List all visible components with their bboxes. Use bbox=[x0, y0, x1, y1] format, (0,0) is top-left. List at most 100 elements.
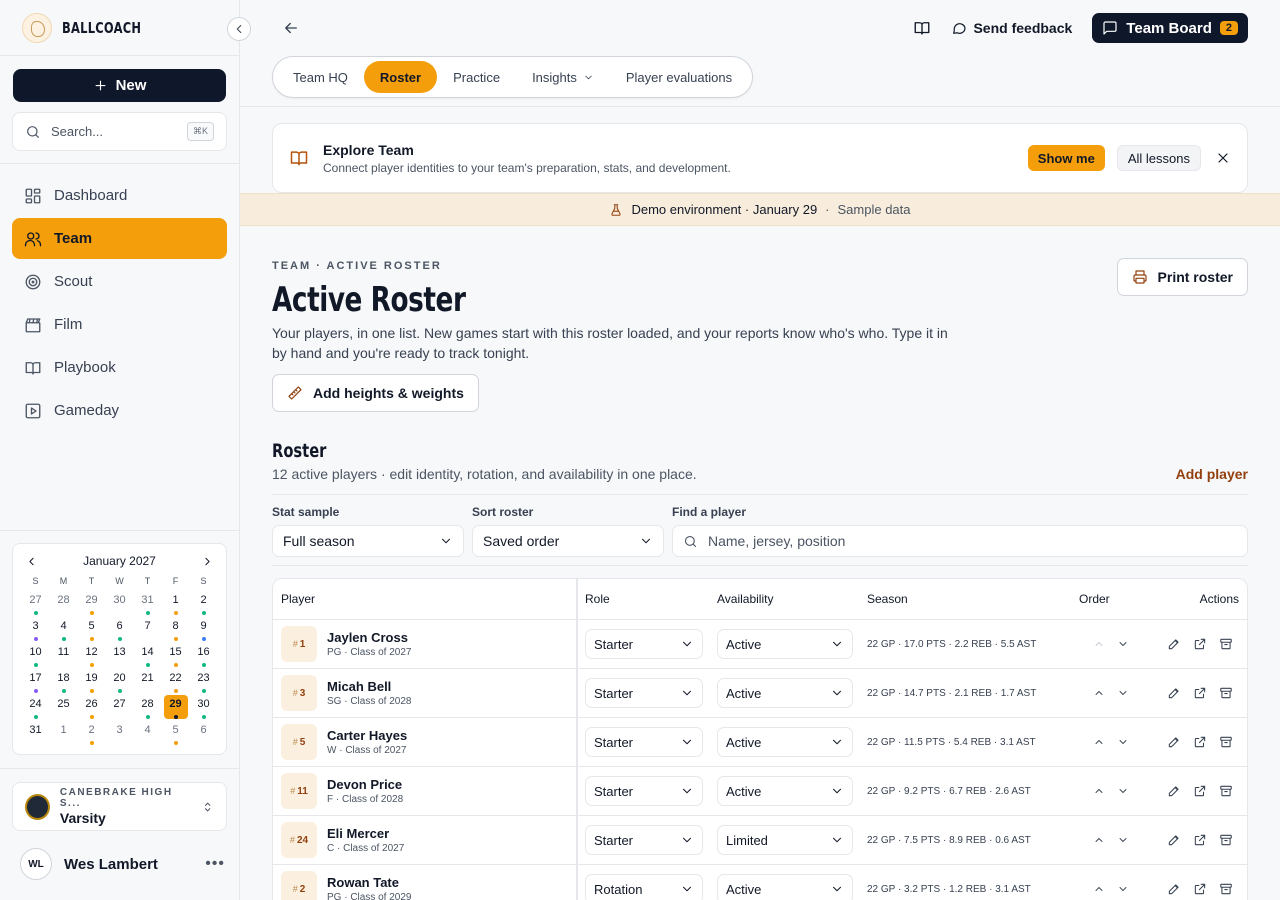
tab-practice[interactable]: Practice bbox=[437, 61, 516, 93]
move-down-icon[interactable] bbox=[1117, 687, 1129, 699]
archive-icon[interactable] bbox=[1219, 637, 1233, 651]
role-select[interactable]: Starter bbox=[585, 678, 703, 708]
calendar-day[interactable]: 19 bbox=[78, 669, 106, 693]
brand[interactable]: BALLCOACH bbox=[22, 12, 155, 44]
find-player-field[interactable] bbox=[672, 525, 1248, 557]
calendar-day[interactable]: 18 bbox=[50, 669, 78, 693]
tab-insights[interactable]: Insights bbox=[516, 61, 610, 93]
calendar-day[interactable]: 30 bbox=[190, 695, 218, 719]
calendar-day[interactable]: 22 bbox=[162, 669, 190, 693]
calendar-day[interactable]: 1 bbox=[50, 721, 78, 745]
player-name[interactable]: Carter Hayes bbox=[327, 728, 407, 743]
move-up-icon[interactable] bbox=[1093, 736, 1105, 748]
calendar-day[interactable]: 9 bbox=[190, 617, 218, 641]
calendar-day[interactable]: 1 bbox=[162, 591, 190, 615]
move-up-icon[interactable] bbox=[1093, 687, 1105, 699]
role-select[interactable]: Starter bbox=[585, 776, 703, 806]
calendar-day[interactable]: 11 bbox=[50, 643, 78, 667]
move-up-icon[interactable] bbox=[1093, 638, 1105, 650]
move-up-icon[interactable] bbox=[1093, 883, 1105, 895]
external-link-icon[interactable] bbox=[1193, 735, 1207, 749]
calendar-day[interactable]: 23 bbox=[190, 669, 218, 693]
calendar-day[interactable]: 17 bbox=[22, 669, 50, 693]
all-lessons-button[interactable]: All lessons bbox=[1116, 145, 1201, 171]
calendar-day[interactable]: 26 bbox=[78, 695, 106, 719]
calendar-day[interactable]: 3 bbox=[106, 721, 134, 745]
edit-icon[interactable] bbox=[1167, 686, 1181, 700]
edit-icon[interactable] bbox=[1167, 735, 1181, 749]
role-select[interactable]: Starter bbox=[585, 727, 703, 757]
send-feedback-button[interactable]: Send feedback bbox=[951, 20, 1072, 36]
calendar-day[interactable]: 2 bbox=[78, 721, 106, 745]
calendar-day[interactable]: 25 bbox=[50, 695, 78, 719]
calendar-day[interactable]: 5 bbox=[78, 617, 106, 641]
print-roster-button[interactable]: Print roster bbox=[1116, 258, 1248, 296]
external-link-icon[interactable] bbox=[1193, 833, 1207, 847]
archive-icon[interactable] bbox=[1219, 784, 1233, 798]
player-name[interactable]: Eli Mercer bbox=[327, 826, 404, 841]
player-name[interactable]: Jaylen Cross bbox=[327, 630, 411, 645]
calendar-day-today[interactable]: 29 bbox=[163, 695, 188, 719]
calendar-day[interactable]: 13 bbox=[106, 643, 134, 667]
more-icon[interactable]: ••• bbox=[205, 855, 225, 873]
calendar-day[interactable]: 14 bbox=[134, 643, 162, 667]
sidebar-item-dashboard[interactable]: Dashboard bbox=[12, 175, 227, 216]
calendar-day[interactable]: 27 bbox=[106, 695, 134, 719]
calendar-day[interactable]: 16 bbox=[190, 643, 218, 667]
show-me-button[interactable]: Show me bbox=[1027, 145, 1105, 171]
chevron-left-icon[interactable] bbox=[25, 555, 38, 568]
availability-select[interactable]: Limited bbox=[717, 825, 853, 855]
move-down-icon[interactable] bbox=[1117, 638, 1129, 650]
archive-icon[interactable] bbox=[1219, 686, 1233, 700]
calendar-day[interactable]: 28 bbox=[134, 695, 162, 719]
sort-roster-select[interactable]: Saved order bbox=[472, 525, 664, 557]
calendar-day[interactable]: 15 bbox=[162, 643, 190, 667]
calendar-day[interactable]: 6 bbox=[106, 617, 134, 641]
docs-button[interactable] bbox=[913, 19, 931, 37]
calendar-day[interactable]: 7 bbox=[134, 617, 162, 641]
sidebar-item-scout[interactable]: Scout bbox=[12, 261, 227, 302]
archive-icon[interactable] bbox=[1219, 833, 1233, 847]
tab-team-hq[interactable]: Team HQ bbox=[277, 61, 364, 93]
role-select[interactable]: Starter bbox=[585, 629, 703, 659]
calendar-day[interactable]: 31 bbox=[134, 591, 162, 615]
add-player-link[interactable]: Add player bbox=[1176, 466, 1248, 482]
player-name[interactable]: Devon Price bbox=[327, 777, 403, 792]
availability-select[interactable]: Active bbox=[717, 678, 853, 708]
calendar-day[interactable]: 8 bbox=[162, 617, 190, 641]
calendar-day[interactable]: 28 bbox=[50, 591, 78, 615]
calendar-day[interactable]: 4 bbox=[134, 721, 162, 745]
availability-select[interactable]: Active bbox=[717, 776, 853, 806]
calendar-day[interactable]: 3 bbox=[22, 617, 50, 641]
player-name[interactable]: Rowan Tate bbox=[327, 875, 411, 890]
sidebar-item-gameday[interactable]: Gameday bbox=[12, 390, 227, 431]
calendar-day[interactable]: 27 bbox=[22, 591, 50, 615]
calendar-day[interactable]: 6 bbox=[190, 721, 218, 745]
back-button[interactable] bbox=[282, 19, 300, 37]
calendar-day[interactable]: 30 bbox=[106, 591, 134, 615]
move-down-icon[interactable] bbox=[1117, 736, 1129, 748]
move-up-icon[interactable] bbox=[1093, 785, 1105, 797]
archive-icon[interactable] bbox=[1219, 735, 1233, 749]
sidebar-item-team[interactable]: Team bbox=[12, 218, 227, 259]
add-heights-weights-button[interactable]: Add heights & weights bbox=[272, 374, 479, 412]
tab-player-evaluations[interactable]: Player evaluations bbox=[610, 61, 748, 93]
chevron-right-icon[interactable] bbox=[201, 555, 214, 568]
sidebar-search[interactable]: Search... ⌘K bbox=[12, 112, 227, 151]
sidebar-item-playbook[interactable]: Playbook bbox=[12, 347, 227, 388]
availability-select[interactable]: Active bbox=[717, 629, 853, 659]
external-link-icon[interactable] bbox=[1193, 784, 1207, 798]
team-switcher[interactable]: CANEBRAKE HIGH S... Varsity bbox=[12, 782, 227, 831]
calendar-day[interactable]: 29 bbox=[78, 591, 106, 615]
new-button[interactable]: New bbox=[13, 69, 226, 102]
tab-roster[interactable]: Roster bbox=[363, 61, 438, 93]
calendar-day[interactable]: 12 bbox=[78, 643, 106, 667]
role-select[interactable]: Rotation bbox=[585, 874, 703, 900]
edit-icon[interactable] bbox=[1167, 833, 1181, 847]
calendar-day[interactable]: 21 bbox=[134, 669, 162, 693]
edit-icon[interactable] bbox=[1167, 882, 1181, 896]
sidebar-item-film[interactable]: Film bbox=[12, 304, 227, 345]
move-down-icon[interactable] bbox=[1117, 785, 1129, 797]
collapse-sidebar-button[interactable] bbox=[227, 17, 251, 41]
calendar-day[interactable]: 20 bbox=[106, 669, 134, 693]
